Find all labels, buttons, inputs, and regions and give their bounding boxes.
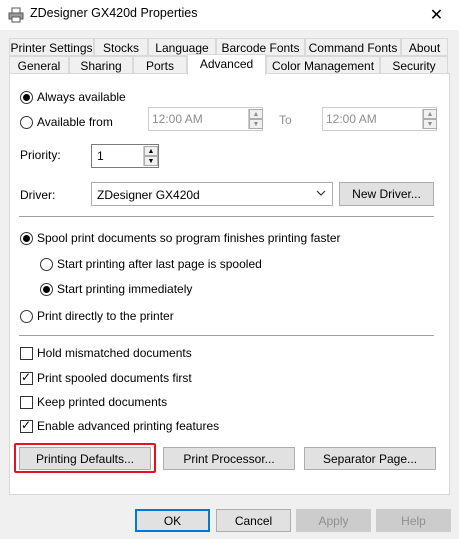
- always-available-radio[interactable]: [20, 91, 33, 104]
- apply-button[interactable]: Apply: [296, 509, 371, 532]
- up-arrow-icon[interactable]: ▲: [249, 109, 263, 119]
- advanced-features-label: Enable advanced printing features: [37, 419, 220, 433]
- after-last-page-radio[interactable]: [40, 258, 53, 271]
- spool-label: Spool print documents so program finishe…: [37, 231, 341, 245]
- spooled-first-label: Print spooled documents first: [37, 371, 192, 385]
- print-directly-label: Print directly to the printer: [37, 309, 174, 323]
- always-available-label: Always available: [37, 90, 126, 104]
- tab-security[interactable]: Security: [380, 56, 448, 74]
- tab-ports[interactable]: Ports: [133, 56, 187, 74]
- start-immediately-label: Start printing immediately: [57, 282, 193, 296]
- available-from-label: Available from: [37, 115, 113, 129]
- down-arrow-icon[interactable]: ▼: [423, 119, 437, 129]
- tab-about[interactable]: About: [401, 38, 448, 56]
- hold-mismatched-checkbox[interactable]: [20, 347, 33, 360]
- printer-icon: [8, 7, 24, 23]
- title-bar: ZDesigner GX420d Properties ✕: [0, 0, 459, 30]
- cancel-button[interactable]: Cancel: [216, 509, 291, 532]
- print-processor-button[interactable]: Print Processor...: [163, 447, 295, 470]
- advanced-features-checkbox[interactable]: [20, 418, 33, 433]
- tab-advanced[interactable]: Advanced: [187, 54, 266, 75]
- to-time-stepper[interactable]: ▲ ▼: [422, 109, 437, 129]
- available-from-radio[interactable]: [20, 116, 33, 129]
- ok-button[interactable]: OK: [135, 509, 210, 532]
- print-directly-radio[interactable]: [20, 310, 33, 323]
- printing-defaults-button[interactable]: Printing Defaults...: [19, 447, 151, 470]
- down-arrow-icon[interactable]: ▼: [249, 119, 263, 129]
- divider: [19, 335, 434, 336]
- up-arrow-icon[interactable]: ▲: [144, 146, 158, 156]
- from-time-stepper[interactable]: ▲ ▼: [248, 109, 263, 129]
- to-time-field[interactable]: 12:00 AM ▲ ▼: [322, 107, 437, 131]
- tab-stocks[interactable]: Stocks: [94, 38, 148, 56]
- help-button[interactable]: Help: [376, 509, 451, 532]
- priority-label: Priority:: [20, 148, 61, 162]
- driver-value: ZDesigner GX420d: [97, 188, 200, 202]
- divider: [19, 216, 434, 217]
- to-time-value: 12:00 AM: [326, 112, 377, 126]
- spool-radio[interactable]: [20, 232, 33, 245]
- driver-dropdown[interactable]: ZDesigner GX420d: [91, 182, 333, 206]
- window-title: ZDesigner GX420d Properties: [30, 6, 198, 20]
- to-label: To: [279, 113, 292, 127]
- priority-value: 1: [97, 149, 104, 163]
- tab-general[interactable]: General: [9, 56, 69, 74]
- up-arrow-icon[interactable]: ▲: [423, 109, 437, 119]
- from-time-field[interactable]: 12:00 AM ▲ ▼: [148, 107, 263, 131]
- after-last-page-label: Start printing after last page is spoole…: [57, 257, 262, 271]
- down-arrow-icon[interactable]: ▼: [144, 156, 158, 166]
- priority-stepper[interactable]: ▲ ▼: [143, 146, 158, 166]
- spooled-first-checkbox[interactable]: [20, 370, 33, 385]
- hold-mismatched-label: Hold mismatched documents: [37, 346, 192, 360]
- close-icon: ✕: [429, 7, 444, 24]
- keep-printed-label: Keep printed documents: [37, 395, 168, 409]
- tab-printer-settings[interactable]: Printer Settings: [9, 38, 94, 56]
- start-immediately-radio[interactable]: [40, 283, 53, 296]
- tab-color-management[interactable]: Color Management: [266, 56, 380, 74]
- driver-label: Driver:: [20, 188, 56, 202]
- tab-sharing[interactable]: Sharing: [69, 56, 133, 74]
- new-driver-button[interactable]: New Driver...: [339, 182, 434, 206]
- chevron-down-icon: [316, 186, 326, 203]
- from-time-value: 12:00 AM: [152, 112, 203, 126]
- separator-page-button[interactable]: Separator Page...: [304, 447, 436, 470]
- tab-command-fonts[interactable]: Command Fonts: [305, 38, 401, 56]
- keep-printed-checkbox[interactable]: [20, 396, 33, 409]
- close-button[interactable]: ✕: [414, 0, 459, 30]
- priority-field[interactable]: 1 ▲ ▼: [91, 144, 159, 168]
